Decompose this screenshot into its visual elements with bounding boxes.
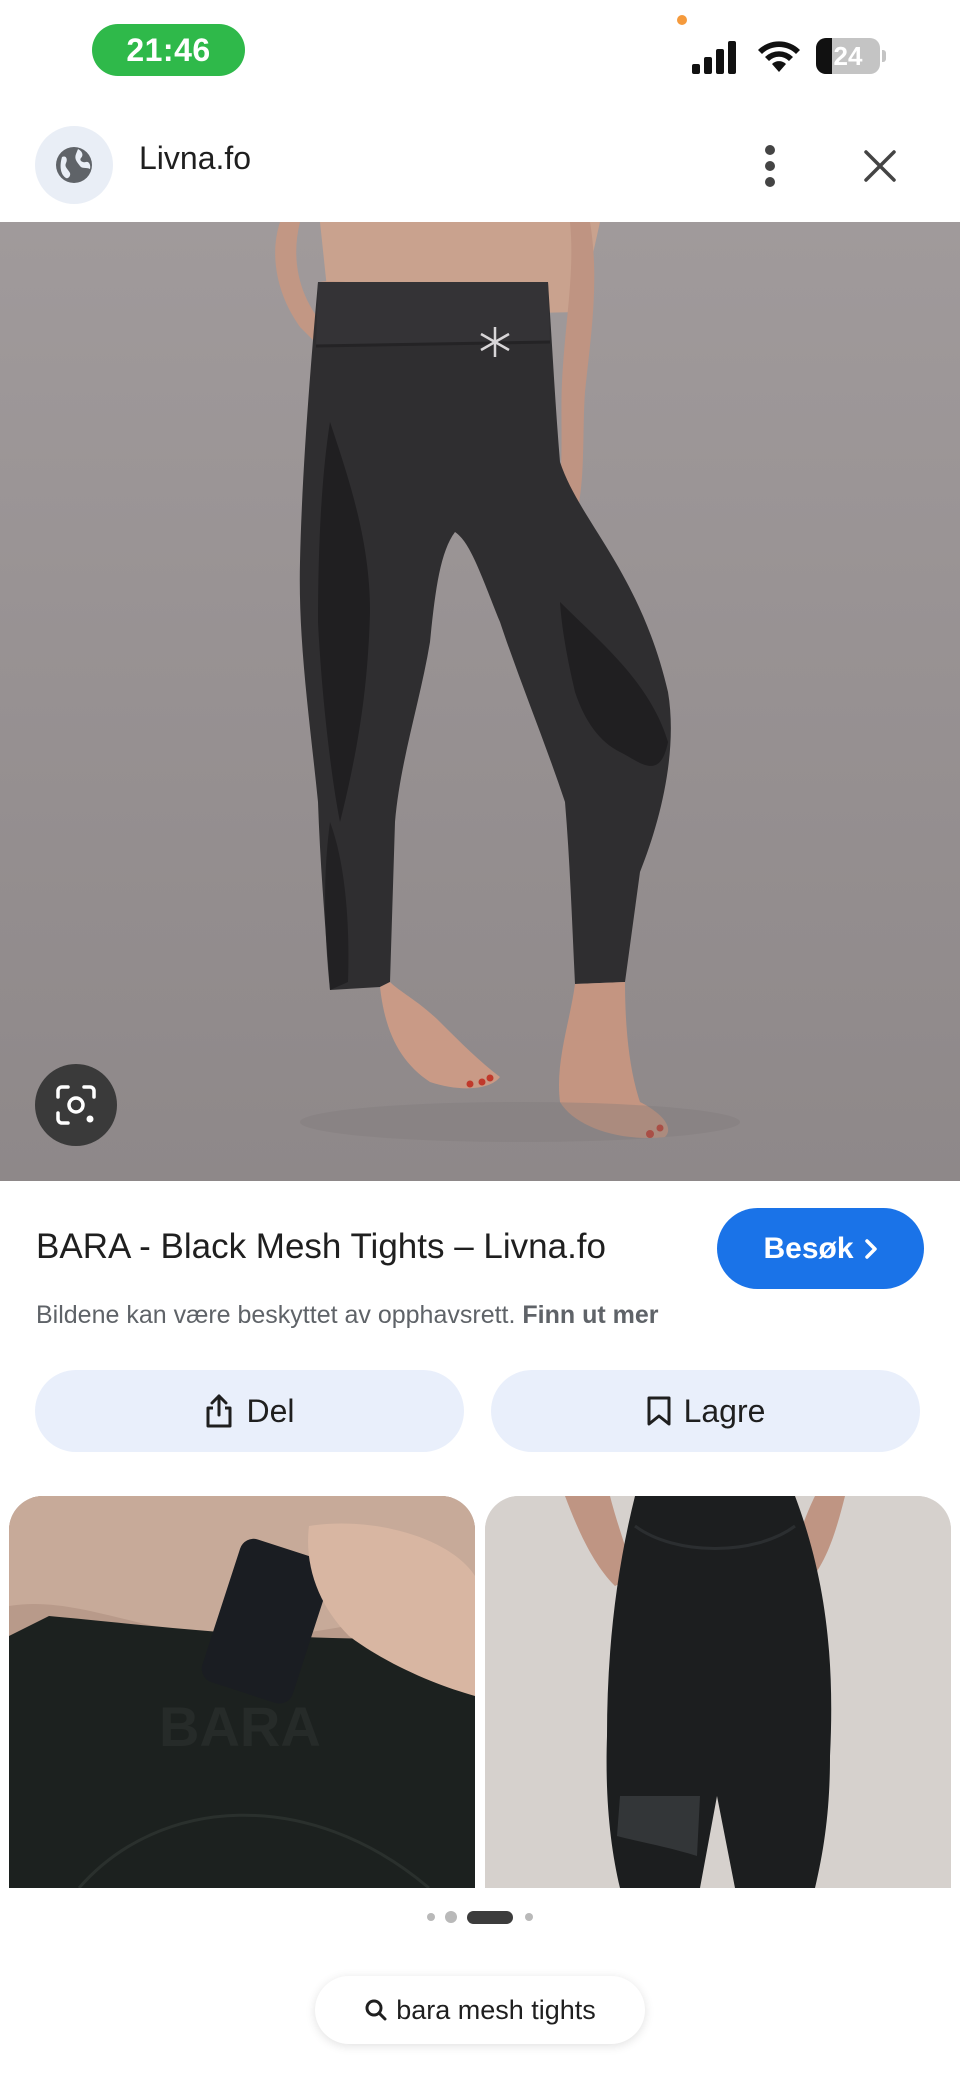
viewer-header: Livna.fo — [0, 110, 960, 222]
share-button-label: Del — [246, 1392, 295, 1429]
privacy-indicator-dot — [677, 15, 687, 25]
wifi-icon — [758, 41, 800, 72]
status-bar: 21:46 24 — [0, 0, 960, 110]
share-button[interactable]: Del — [35, 1370, 464, 1452]
visit-button[interactable]: Besøk — [717, 1208, 924, 1289]
back-view-photo — [485, 1496, 951, 1888]
pagination-dot-active[interactable] — [467, 1911, 513, 1924]
site-favicon — [35, 126, 113, 204]
google-lens-icon — [56, 1085, 96, 1125]
pagination-dot[interactable] — [525, 1913, 533, 1921]
search-query-chip[interactable]: bara mesh tights — [315, 1976, 645, 2044]
leggings-photo — [275, 222, 740, 1142]
more-options-button[interactable] — [750, 138, 790, 194]
more-vert-icon — [765, 145, 775, 187]
save-button[interactable]: Lagre — [491, 1370, 920, 1452]
related-image-thumbnail[interactable]: BARA — [9, 1496, 475, 1888]
visit-button-label: Besøk — [763, 1231, 854, 1265]
learn-more-link[interactable]: Finn ut mer — [522, 1301, 658, 1329]
copyright-text: Bildene kan være beskyttet av opphavsret… — [36, 1301, 516, 1329]
pagination-dots — [0, 1908, 960, 1926]
save-button-label: Lagre — [683, 1392, 766, 1429]
result-title[interactable]: BARA - Black Mesh Tights – Livna.fo — [36, 1227, 606, 1267]
search-icon — [365, 1999, 387, 2021]
chevron-right-icon — [864, 1238, 877, 1259]
battery-indicator: 24 — [816, 38, 886, 74]
share-icon — [206, 1394, 232, 1428]
waistband-pocket-photo: BARA — [9, 1496, 475, 1888]
cellular-signal-icon — [692, 41, 736, 74]
site-name[interactable]: Livna.fo — [139, 140, 251, 177]
search-query-text: bara mesh tights — [396, 1994, 596, 2025]
thumbnail-watermark: BARA — [159, 1695, 321, 1758]
close-icon — [864, 150, 896, 182]
pagination-dot[interactable] — [445, 1911, 457, 1923]
related-image-thumbnail[interactable] — [485, 1496, 951, 1888]
close-button[interactable] — [856, 142, 904, 190]
copyright-notice: Bildene kan være beskyttet av opphavsret… — [36, 1301, 659, 1330]
status-time[interactable]: 21:46 — [92, 24, 245, 76]
battery-level: 24 — [833, 40, 863, 71]
main-product-image[interactable] — [0, 222, 960, 1181]
globe-icon — [56, 147, 92, 183]
bookmark-icon — [647, 1396, 671, 1426]
google-lens-button[interactable] — [35, 1064, 117, 1146]
pagination-dot[interactable] — [427, 1913, 435, 1921]
